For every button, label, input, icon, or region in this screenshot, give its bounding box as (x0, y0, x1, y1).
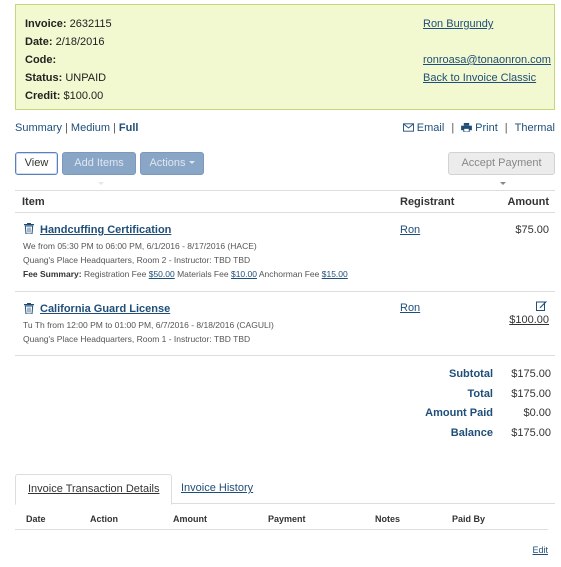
chevron-down-icon (500, 182, 506, 185)
medium-view-link[interactable]: Medium (71, 122, 110, 134)
chevron-down-icon (188, 161, 195, 164)
amount-paid-label: Amount Paid (425, 407, 493, 419)
item-title-link[interactable]: California Guard License (40, 303, 170, 315)
anchorman-fee-link[interactable]: $15.00 (322, 269, 348, 279)
invoice-tabs: Invoice Transaction Details Invoice Hist… (15, 474, 555, 505)
registrant-link[interactable]: Ron (400, 224, 420, 236)
table-row: Handcuffing Certification We from 05:30 … (15, 213, 555, 292)
customer-info: Ron Burgundy ronroasa@tonaonron.com Back… (423, 15, 551, 87)
payment-column-header: Payment (268, 514, 306, 524)
back-to-invoice-classic-link[interactable]: Back to Invoice Classic (423, 72, 536, 84)
customer-email-link[interactable]: ronroasa@tonaonron.com (423, 54, 551, 66)
print-icon (461, 123, 473, 132)
print-action[interactable]: Print (461, 122, 498, 134)
add-items-label: Add Items (74, 157, 124, 169)
invoice-number-row: Invoice: 2632115 (25, 15, 112, 33)
invoice-date: 2/18/2016 (55, 36, 105, 48)
view-mode-separator: | (113, 122, 116, 134)
registrant-link[interactable]: Ron (400, 302, 420, 314)
invoice-details: Invoice: 2632115 Date: 2/18/2016 Code: S… (25, 15, 112, 105)
registrant-column-header: Registrant (400, 196, 455, 208)
invoice-credit-row: Credit: $100.00 (25, 87, 112, 105)
item-fee-summary: Fee Summary: Registration Fee $50.00 Mat… (23, 269, 348, 279)
invoice-date-label: Date: (25, 36, 53, 48)
total-label: Total (467, 387, 493, 400)
tab-invoice-history[interactable]: Invoice History (169, 474, 265, 505)
item-schedule: Tu Th from 12:00 PM to 01:00 PM, 6/7/201… (23, 320, 274, 330)
summary-view-link[interactable]: Summary (15, 122, 62, 134)
view-button[interactable]: View (15, 152, 58, 175)
invoice-status-row: Status: UNPAID (25, 69, 112, 87)
item-location: Quang's Place Headquarters, Room 2 - Ins… (23, 255, 251, 265)
amount-paid-value: $0.00 (523, 407, 551, 419)
accept-payment-button[interactable]: Accept Payment (448, 152, 555, 185)
action-separator: | (451, 122, 455, 134)
edit-icon[interactable] (536, 300, 547, 311)
balance-value: $175.00 (511, 426, 551, 439)
invoice-code-label: Code: (25, 54, 57, 66)
amount-column-header: Amount (173, 514, 207, 524)
item-column-header: Item (22, 196, 45, 208)
item-schedule: We from 05:30 PM to 06:00 PM, 6/1/2016 -… (23, 241, 257, 251)
action-separator: | (504, 122, 508, 134)
email-label: Email (416, 122, 445, 134)
actions-button[interactable]: Actions (140, 152, 204, 175)
invoice-credit: $100.00 (63, 90, 104, 102)
item-title-link[interactable]: Handcuffing Certification (40, 224, 171, 236)
invoice-code-row: Code: (25, 51, 112, 69)
subtotal-value: $175.00 (511, 368, 551, 380)
date-column-header: Date (26, 514, 46, 524)
invoice-date-row: Date: 2/18/2016 (25, 33, 112, 51)
accept-payment-label: Accept Payment (461, 157, 542, 169)
thermal-action[interactable]: Thermal (515, 122, 555, 134)
materials-fee-link[interactable]: $10.00 (231, 269, 257, 279)
actions-label: Actions (149, 157, 186, 169)
tab-transaction-details[interactable]: Invoice Transaction Details (15, 474, 173, 505)
add-items-button[interactable]: Add Items (62, 152, 136, 185)
anchorman-fee-label: Anchorman Fee (258, 269, 320, 279)
transactions-table-header: Date Action Amount Payment Notes Paid By (15, 510, 548, 530)
trash-icon[interactable] (24, 223, 34, 234)
view-mode-separator: | (65, 122, 68, 134)
paid-by-column-header: Paid By (452, 514, 486, 524)
invoice-credit-label: Credit: (25, 90, 61, 102)
invoice-summary-box: Invoice: 2632115 Date: 2/18/2016 Code: S… (15, 4, 555, 110)
trash-icon[interactable] (24, 303, 34, 314)
items-table-header: Item Registrant Amount (15, 190, 555, 213)
amount-column-header: Amount (507, 196, 549, 208)
action-column-header: Action (90, 514, 118, 524)
invoice-status: UNPAID (65, 72, 107, 84)
materials-fee-label: Materials Fee (177, 269, 229, 279)
view-mode-links: Summary | Medium | Full (15, 122, 138, 134)
invoice-totals: Subtotal $175.00 Total $175.00 Amount Paid… (380, 365, 555, 443)
invoice-number-label: Invoice: (25, 18, 67, 30)
notes-column-header: Notes (375, 514, 401, 524)
item-location: Quang's Place Headquarters, Room 1 - Ins… (23, 334, 251, 344)
table-row: California Guard License Tu Th from 12:0… (15, 292, 555, 356)
customer-name-link[interactable]: Ron Burgundy (423, 18, 493, 30)
registration-fee-label: Registration Fee (83, 269, 147, 279)
item-amount-link[interactable]: $100.00 (509, 314, 549, 326)
envelope-icon (402, 123, 414, 132)
invoice-number: 2632115 (69, 18, 112, 30)
chevron-down-icon (97, 182, 104, 185)
item-amount: $75.00 (515, 224, 549, 236)
subtotal-label: Subtotal (449, 368, 493, 380)
print-label: Print (475, 122, 498, 134)
email-action[interactable]: Email (402, 122, 445, 134)
edit-link[interactable]: Edit (532, 545, 548, 555)
registration-fee-link[interactable]: $50.00 (149, 269, 175, 279)
full-view-link[interactable]: Full (119, 122, 139, 134)
balance-label: Balance (450, 426, 493, 439)
output-actions: Email | Print | Thermal (402, 122, 555, 134)
total-value: $175.00 (511, 387, 551, 400)
fee-summary-label: Fee Summary: (23, 269, 82, 279)
invoice-status-label: Status: (25, 72, 63, 84)
